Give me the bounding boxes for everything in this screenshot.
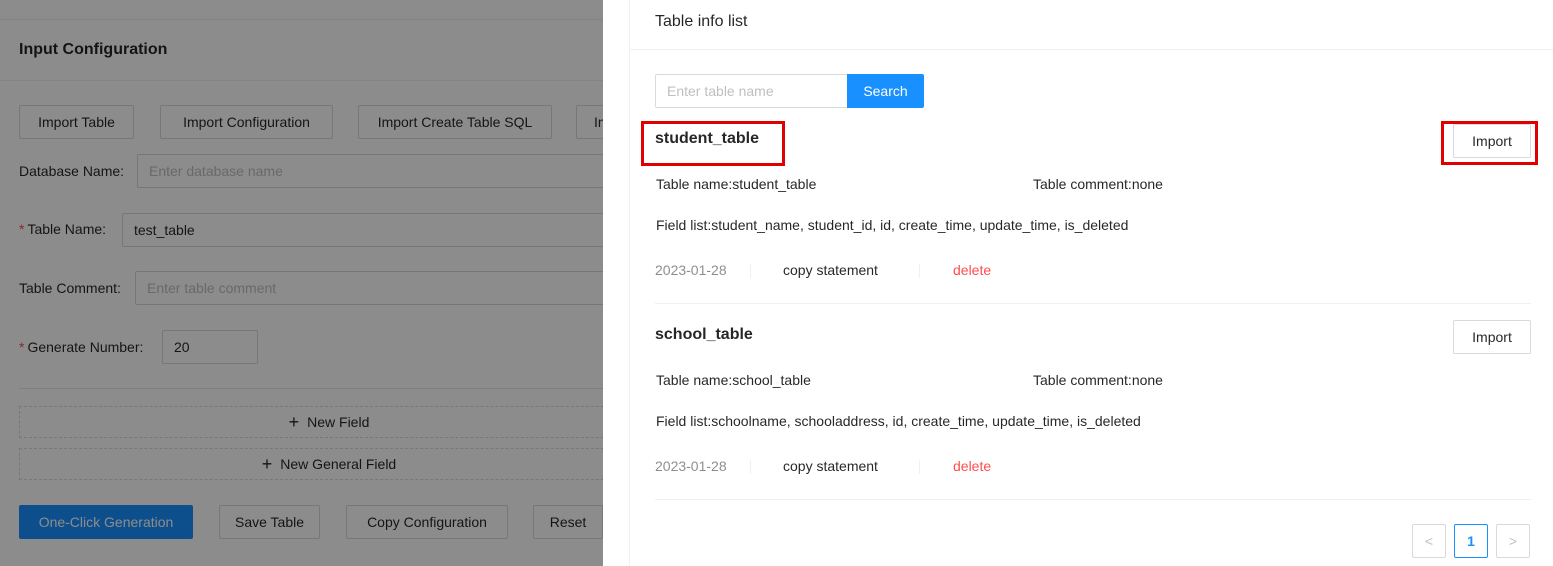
card-divider [655,499,1531,500]
card-divider [655,303,1531,304]
copy-statement-link[interactable]: copy statement [783,262,878,278]
pagination-next-button[interactable]: > [1496,524,1530,558]
chevron-right-icon: > [1508,533,1518,549]
search-button[interactable]: Search [847,74,924,108]
field-list-meta: Field list:student_name, student_id, id,… [656,217,1129,233]
action-separator [750,264,751,278]
table-card-date: 2023-01-28 [655,458,727,474]
action-separator [919,460,920,474]
table-name-meta: Table name:school_table [656,372,811,388]
highlight-box [641,121,785,166]
table-comment-meta: Table comment:none [1033,372,1163,388]
table-comment-meta: Table comment:none [1033,176,1163,192]
chevron-left-icon: < [1424,533,1434,549]
highlight-box [1441,121,1538,165]
delete-link[interactable]: delete [953,458,991,474]
pagination-prev-button[interactable]: < [1412,524,1446,558]
copy-statement-link[interactable]: copy statement [783,458,878,474]
table-name-meta: Table name:student_table [656,176,817,192]
drawer-edge [629,0,630,566]
pagination-page-1[interactable]: 1 [1454,524,1488,558]
table-card: student_table Import Table name:student_… [641,121,1538,305]
table-info-drawer: Table info list Enter table name Search … [603,0,1553,566]
field-list-meta: Field list:schoolname, schooladdress, id… [656,413,1141,429]
drawer-title: Table info list [655,13,748,30]
table-search-input[interactable]: Enter table name [655,74,847,108]
table-card: school_table Import Table name:school_ta… [655,320,1531,501]
delete-link[interactable]: delete [953,262,991,278]
import-button[interactable]: Import [1453,320,1531,354]
action-separator [919,264,920,278]
action-separator [750,460,751,474]
table-card-title: school_table [655,326,753,343]
drawer-header-divider [629,49,1553,50]
table-card-date: 2023-01-28 [655,262,727,278]
